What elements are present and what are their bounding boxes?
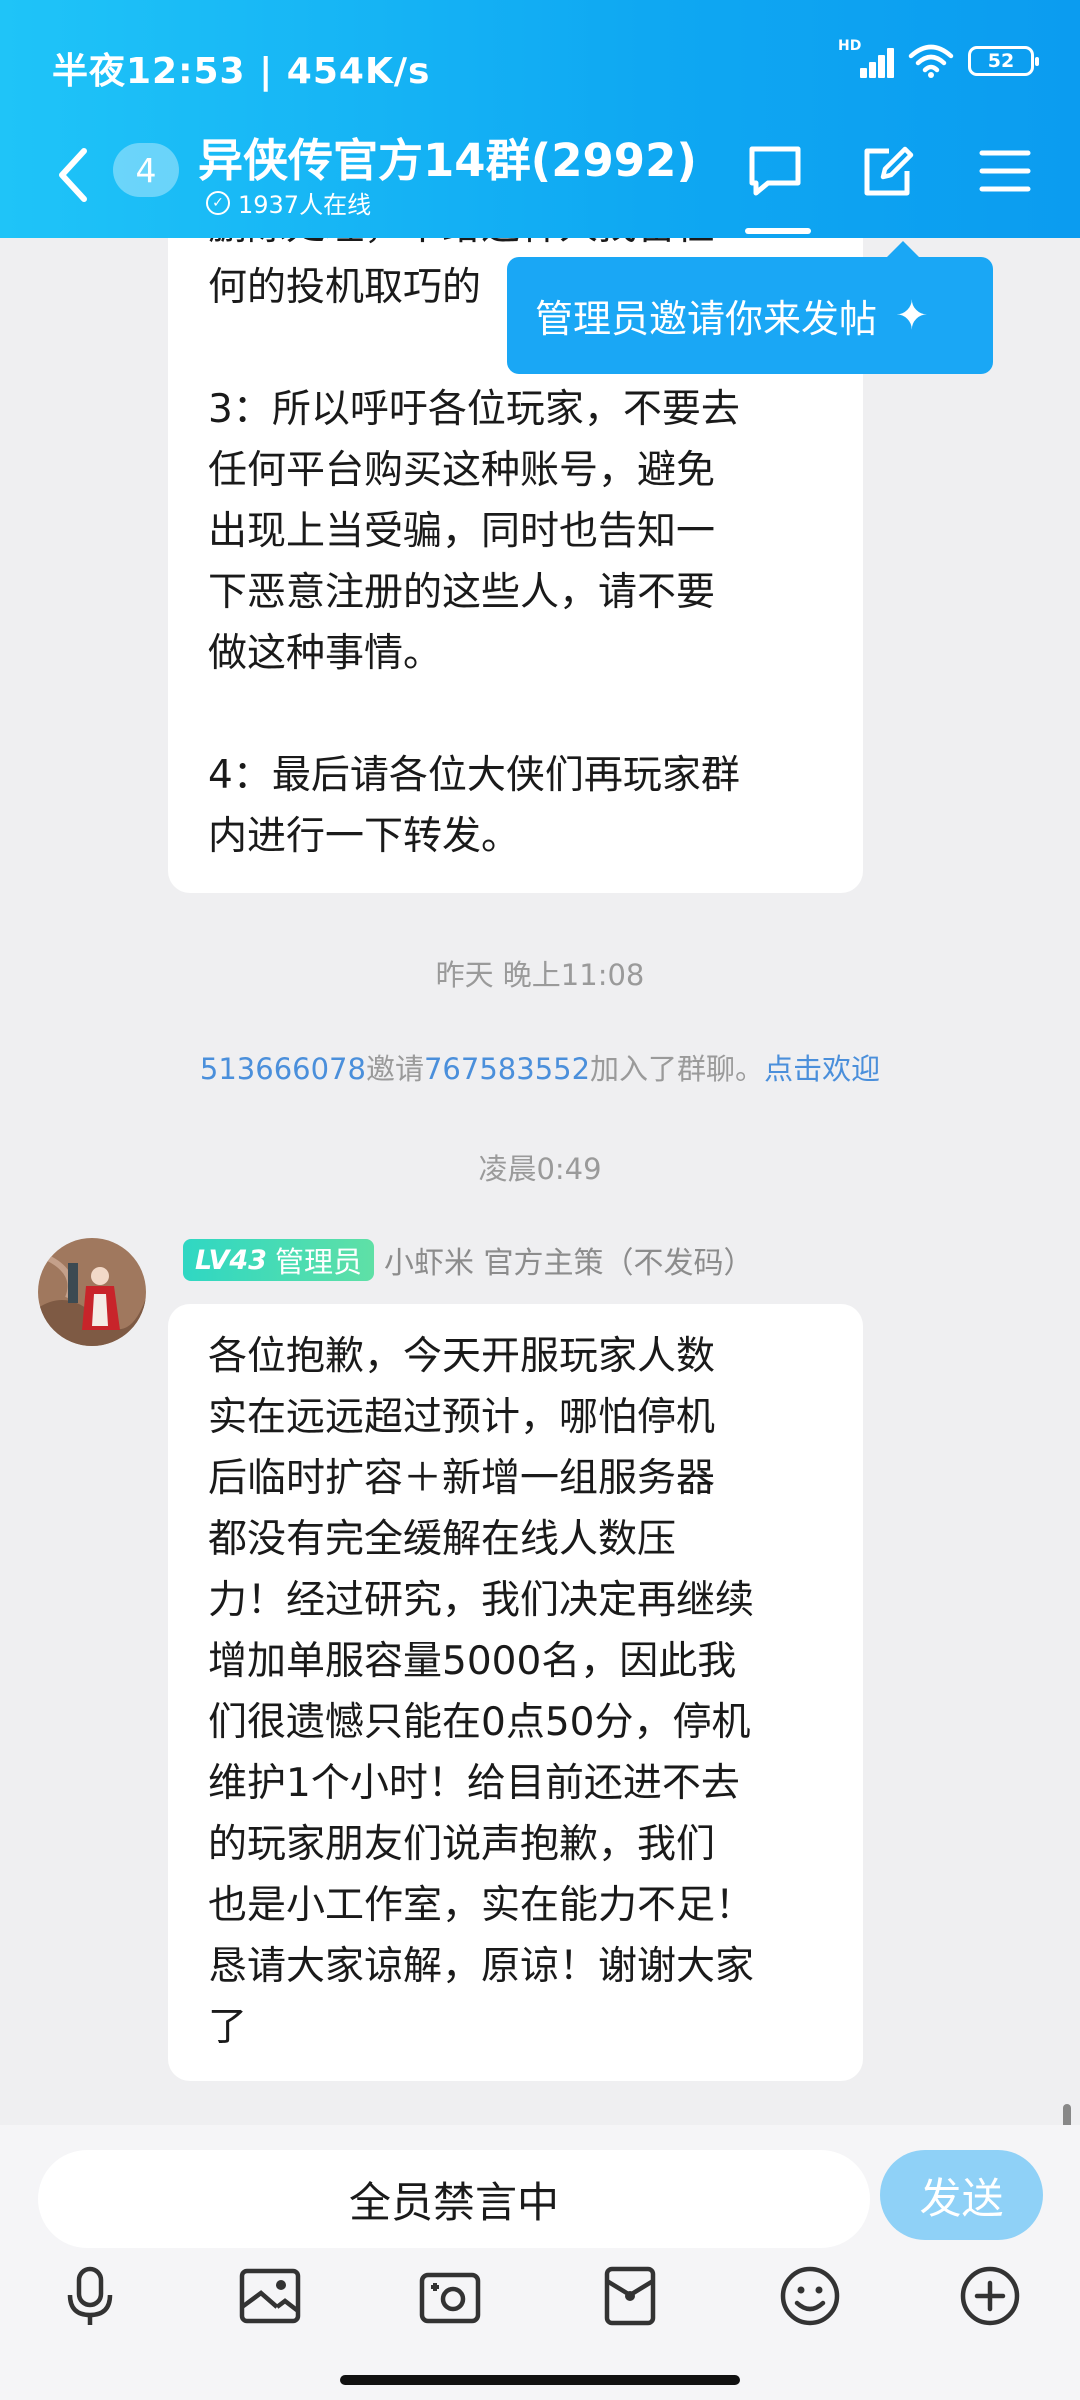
- message-line: 都没有完全缓解在线人数压: [208, 1517, 677, 1562]
- muted-input-field: 全员禁言中: [38, 2150, 870, 2248]
- sparkle-icon: ✦: [895, 292, 929, 339]
- sender-name[interactable]: 小虾米 官方主策（不发码）: [384, 1238, 754, 1282]
- edit-post-icon[interactable]: [859, 143, 917, 199]
- sender-row: LV43 管理员 小虾米 官方主策（不发码）: [183, 1238, 754, 1282]
- red-packet-icon[interactable]: [597, 2263, 663, 2329]
- input-area: 全员禁言中 发送: [0, 2125, 1080, 2400]
- group-title[interactable]: 异侠传官方14群(2992): [198, 124, 697, 189]
- message-line: 出现上当受骗，同时也告知一: [208, 509, 716, 554]
- message-line: 3：所以呼吁各位玩家，不要去: [208, 387, 740, 432]
- plus-icon[interactable]: [957, 2263, 1023, 2329]
- check-circle-icon: ✓: [206, 190, 230, 215]
- timestamp: 昨天 晚上11:08: [435, 958, 645, 992]
- message-line: 内进行一下转发。: [208, 814, 521, 859]
- system-invite-notice: 513666078邀请767583552加入了群聊。点击欢迎: [199, 1052, 881, 1086]
- timestamp: 凌晨0:49: [478, 1152, 602, 1186]
- send-button[interactable]: 发送: [880, 2150, 1043, 2240]
- wifi-icon: [908, 44, 954, 78]
- camera-icon[interactable]: [417, 2263, 483, 2329]
- unread-count-badge[interactable]: 4: [113, 143, 179, 197]
- message-line: 维护1个小时！给目前还进不去: [208, 1761, 740, 1806]
- home-indicator[interactable]: [340, 2375, 740, 2385]
- message-line: 后临时扩容＋新增一组服务器: [208, 1456, 716, 1501]
- message-line: 恳请大家谅解，原谅！谢谢大家: [208, 1944, 755, 1989]
- chat-header: 半夜12:53 | 454K/s HD 52 4 异侠传官方14群(2992) …: [0, 0, 1080, 238]
- battery-icon: 52: [968, 46, 1039, 76]
- message-line: 也是小工作室，实在能力不足！: [208, 1883, 755, 1928]
- message-line: 4：最后请各位大侠们再玩家群: [208, 753, 740, 798]
- menu-icon[interactable]: [976, 143, 1034, 199]
- chat-bubble-icon[interactable]: [746, 143, 804, 199]
- microphone-icon[interactable]: [57, 2263, 123, 2329]
- invitee-id[interactable]: 767583552: [424, 1052, 590, 1086]
- message-line: 下恶意注册的这些人，请不要: [208, 570, 716, 615]
- message-line: 实在远远超过预计，哪怕停机: [208, 1395, 716, 1440]
- message-line: 们很遗憾只能在0点50分，停机: [208, 1700, 751, 1745]
- online-count: ✓ 1937人在线: [206, 185, 371, 220]
- message-line: 增加单服容量5000名，因此我: [208, 1639, 737, 1684]
- signal-icon: HD: [838, 38, 894, 78]
- status-icons: HD 52: [838, 38, 1039, 78]
- inviter-id[interactable]: 513666078: [200, 1052, 366, 1086]
- message-line: 力！经过研究，我们决定再继续: [208, 1578, 755, 1623]
- message-bubble[interactable]: 各位抱歉，今天开服玩家人数 实在远远超过预计，哪怕停机 后临时扩容＋新增一组服务器都…: [168, 1304, 863, 2081]
- message-line: 做这种事情。: [208, 631, 443, 676]
- post-invite-tooltip[interactable]: 管理员邀请你来发帖 ✦: [507, 241, 993, 374]
- message-line: 各位抱歉，今天开服玩家人数: [208, 1334, 716, 1379]
- status-time: 半夜12:53 | 454K/s: [52, 51, 431, 92]
- back-arrow-icon[interactable]: [56, 145, 90, 205]
- emoji-icon[interactable]: [777, 2263, 843, 2329]
- welcome-link[interactable]: 点击欢迎: [764, 1052, 880, 1086]
- message-line: 的玩家朋友们说声抱歉，我们: [208, 1822, 716, 1867]
- message-line: 了: [208, 2005, 248, 2050]
- message-line: [208, 684, 740, 745]
- avatar[interactable]: [38, 1238, 146, 1346]
- message-line: 任何平台购买这种账号，避免: [208, 448, 716, 493]
- level-role-badge: LV43 管理员: [183, 1239, 374, 1281]
- image-icon[interactable]: [237, 2263, 303, 2329]
- tab-underline: [745, 228, 811, 234]
